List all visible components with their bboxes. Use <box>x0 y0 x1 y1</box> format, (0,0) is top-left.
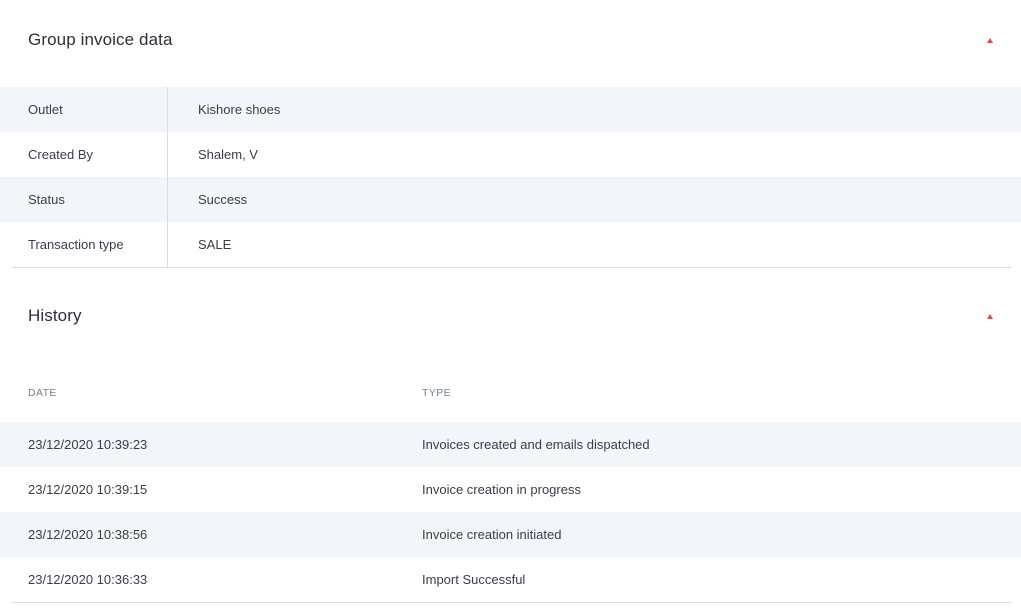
history-collapse-button[interactable] <box>985 311 995 321</box>
column-header-type: TYPE <box>422 387 452 399</box>
table-row: 23/12/2020 10:36:33 Import Successful <box>0 557 1021 602</box>
kv-label: Transaction type <box>0 222 168 267</box>
column-header-date: DATE <box>28 387 57 399</box>
caret-up-icon <box>987 37 993 43</box>
caret-up-icon <box>987 313 993 319</box>
kv-value: Success <box>198 192 248 207</box>
group-invoice-title: Group invoice data <box>28 30 173 49</box>
history-date: 23/12/2020 10:38:56 <box>28 527 148 542</box>
kv-label: Created By <box>0 132 168 177</box>
kv-row-transaction-type: Transaction type SALE <box>0 222 1021 267</box>
history-title: History <box>28 306 82 325</box>
history-type: Invoices created and emails dispatched <box>422 437 650 452</box>
section-divider <box>12 602 1011 603</box>
history-table-header: DATE TYPE <box>0 364 1021 422</box>
history-header[interactable]: History <box>0 268 1021 364</box>
group-invoice-header[interactable]: Group invoice data <box>0 0 1021 80</box>
history-type: Import Successful <box>422 572 526 587</box>
table-row: 23/12/2020 10:38:56 Invoice creation ini… <box>0 512 1021 557</box>
history-date: 23/12/2020 10:36:33 <box>28 572 148 587</box>
table-row: 23/12/2020 10:39:15 Invoice creation in … <box>0 467 1021 512</box>
kv-row-status: Status Success <box>0 177 1021 222</box>
history-date: 23/12/2020 10:39:23 <box>28 437 148 452</box>
kv-value: SALE <box>198 237 232 252</box>
invoice-detail-page: Group invoice data Outlet Kishore shoes … <box>0 0 1021 616</box>
kv-row-outlet: Outlet Kishore shoes <box>0 87 1021 132</box>
history-date: 23/12/2020 10:39:15 <box>28 482 148 497</box>
kv-label: Outlet <box>0 87 168 132</box>
table-row: 23/12/2020 10:39:23 Invoices created and… <box>0 422 1021 467</box>
kv-value: Shalem, V <box>198 147 258 162</box>
kv-label: Status <box>0 177 168 222</box>
history-type: Invoice creation initiated <box>422 527 562 542</box>
kv-value: Kishore shoes <box>198 102 281 117</box>
group-invoice-collapse-button[interactable] <box>985 35 995 45</box>
group-invoice-table: Outlet Kishore shoes Created By Shalem, … <box>0 87 1021 267</box>
history-table: DATE TYPE 23/12/2020 10:39:23 Invoices c… <box>0 364 1021 602</box>
kv-row-created-by: Created By Shalem, V <box>0 132 1021 177</box>
history-type: Invoice creation in progress <box>422 482 581 497</box>
